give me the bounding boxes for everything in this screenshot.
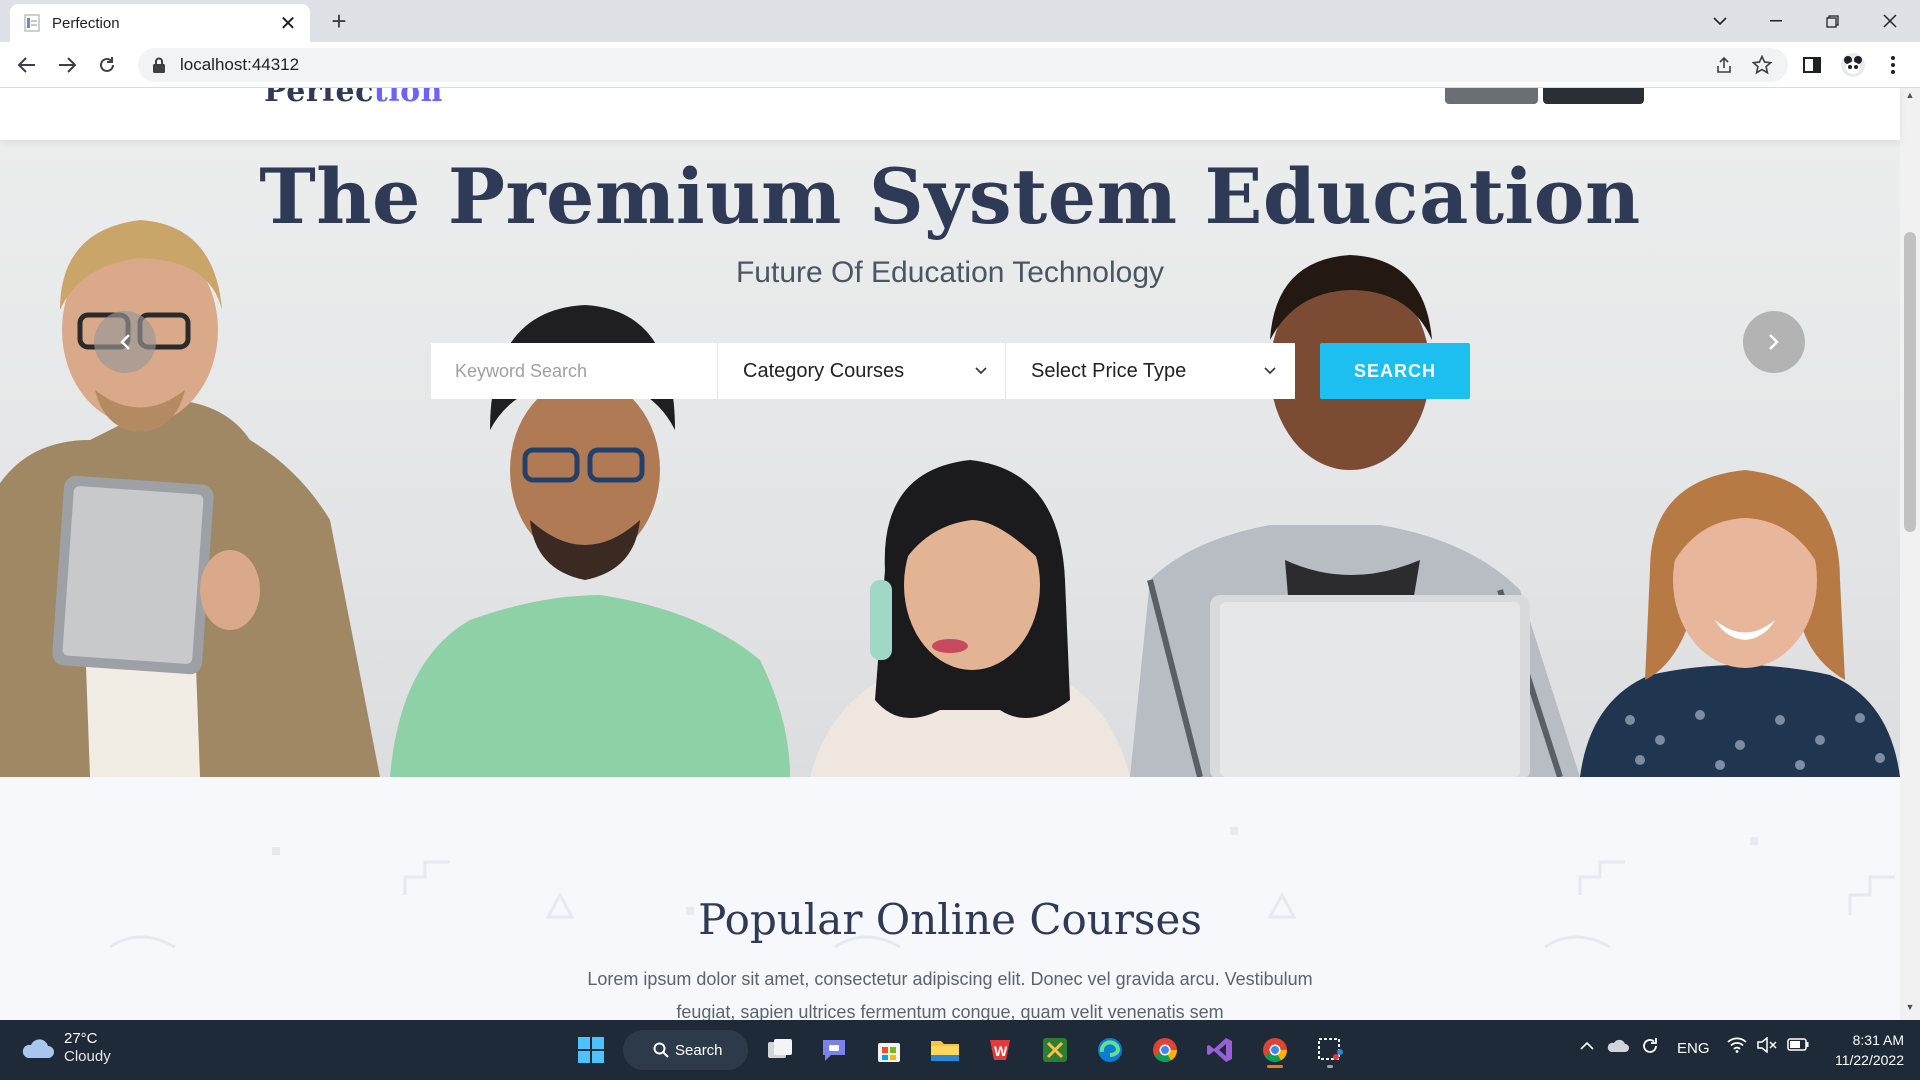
bookmark-star-icon[interactable] (1750, 53, 1774, 77)
scroll-down-icon[interactable]: ▼ (1900, 1002, 1920, 1018)
battery-icon[interactable] (1787, 1038, 1809, 1055)
page-viewport: Perfection The Premium System Education … (0, 88, 1920, 1020)
browser-tabstrip: Perfection ✕ + (0, 0, 1920, 42)
minimize-icon[interactable] (1748, 0, 1804, 42)
share-icon[interactable] (1712, 53, 1736, 77)
tab-close-icon[interactable]: ✕ (278, 11, 298, 36)
side-panel-icon[interactable] (1797, 50, 1827, 80)
chrome-icon[interactable] (1145, 1030, 1185, 1070)
svg-text:W: W (994, 1043, 1008, 1059)
weather-widget[interactable]: 27°C Cloudy (20, 1030, 111, 1066)
courses-title: Popular Online Courses (698, 895, 1202, 944)
carousel-prev-button[interactable] (94, 311, 156, 373)
windows-taskbar: 27°C Cloudy Search W ENG 8:31 AM 11/22/2… (0, 1020, 1920, 1080)
forward-icon[interactable] (52, 50, 82, 80)
new-tab-button[interactable]: + (324, 6, 354, 36)
cloud-icon (22, 1039, 54, 1058)
chevron-right-icon (1769, 334, 1779, 350)
address-bar[interactable]: localhost:44312 (138, 48, 1788, 82)
price-select-label: Select Price Type (1031, 359, 1187, 382)
scroll-up-icon[interactable]: ▲ (1900, 90, 1920, 106)
clock-date: 11/22/2022 (1834, 1052, 1904, 1068)
hero-title: The Premium System Education (259, 152, 1641, 241)
windows-start-icon[interactable] (571, 1030, 611, 1070)
keyword-search-input[interactable] (431, 343, 718, 399)
visual-studio-icon[interactable] (1200, 1030, 1240, 1070)
page-favicon-icon (24, 14, 40, 32)
back-icon[interactable] (12, 50, 42, 80)
running-app-indicator (1327, 1065, 1333, 1068)
weather-temperature: 27°C (64, 1030, 98, 1047)
file-explorer-icon[interactable] (925, 1030, 965, 1070)
course-search-form: Category Courses Select Price Type (431, 343, 1295, 399)
hero-subtitle: Future Of Education Technology (735, 256, 1165, 289)
spreadsheet-app-icon[interactable] (1035, 1030, 1075, 1070)
site-logo[interactable]: Perfection (264, 88, 443, 109)
popular-courses-section: Popular Online Courses Lorem ipsum dolor… (0, 777, 1900, 1020)
tab-title: Perfection (52, 14, 120, 32)
header-register-button[interactable] (1543, 88, 1644, 104)
taskbar-search-button[interactable]: Search (623, 1030, 748, 1070)
edge-browser-icon[interactable] (1090, 1030, 1130, 1070)
teams-chat-icon[interactable] (814, 1030, 854, 1070)
onedrive-cloud-icon[interactable] (1606, 1036, 1630, 1058)
search-icon (653, 1042, 669, 1058)
page-scrollbar[interactable]: ▲ ▼ (1900, 88, 1920, 1020)
scroll-thumb[interactable] (1904, 232, 1916, 532)
input-language[interactable]: ENG (1677, 1040, 1710, 1057)
chevron-left-icon (120, 334, 130, 350)
logo-text-main: Perfec (264, 88, 374, 109)
volume-muted-icon[interactable] (1757, 1036, 1777, 1057)
show-hidden-icons-chevron-icon[interactable] (1580, 1038, 1594, 1055)
clock-time: 8:31 AM (1852, 1032, 1904, 1048)
browser-toolbar: localhost:44312 (0, 42, 1920, 88)
snipping-tool-icon[interactable] (1310, 1030, 1350, 1070)
reload-icon[interactable] (92, 50, 122, 80)
header-login-button[interactable] (1445, 88, 1538, 104)
tab-search-chevron-icon[interactable] (1692, 0, 1748, 42)
search-button[interactable]: SEARCH (1320, 343, 1470, 399)
chevron-down-icon (975, 367, 987, 375)
chevron-down-icon (1264, 367, 1276, 375)
weather-condition: Cloudy (64, 1048, 111, 1065)
courses-description: Lorem ipsum dolor sit amet, consectetur … (587, 969, 1313, 1020)
microsoft-store-icon[interactable] (869, 1030, 909, 1070)
browser-tab[interactable]: Perfection ✕ (10, 4, 310, 42)
lock-icon (153, 57, 165, 73)
logo-text-accent: tion (373, 88, 443, 109)
carousel-next-button[interactable] (1743, 311, 1805, 373)
task-view-icon[interactable] (760, 1030, 800, 1070)
taskbar-search-label: Search (675, 1041, 723, 1059)
site-header: Perfection (0, 88, 1900, 140)
taskbar-clock[interactable]: 8:31 AM 11/22/2022 (1822, 1030, 1904, 1070)
hero-banner: The Premium System Education Future Of E… (0, 140, 1900, 777)
category-courses-select[interactable]: Category Courses (718, 343, 1006, 399)
wifi-icon[interactable] (1727, 1037, 1747, 1057)
window-close-icon[interactable] (1862, 0, 1918, 42)
sync-icon[interactable] (1640, 1036, 1660, 1060)
menu-kebab-icon[interactable] (1878, 50, 1908, 80)
profile-avatar[interactable] (1838, 50, 1868, 80)
restore-icon[interactable] (1804, 0, 1860, 42)
chrome-active-icon[interactable] (1255, 1030, 1295, 1070)
wps-office-icon[interactable]: W (980, 1030, 1020, 1070)
category-select-label: Category Courses (743, 359, 905, 382)
active-app-indicator (1267, 1065, 1283, 1068)
price-type-select[interactable]: Select Price Type (1006, 343, 1294, 399)
url-text: localhost:44312 (180, 55, 300, 74)
